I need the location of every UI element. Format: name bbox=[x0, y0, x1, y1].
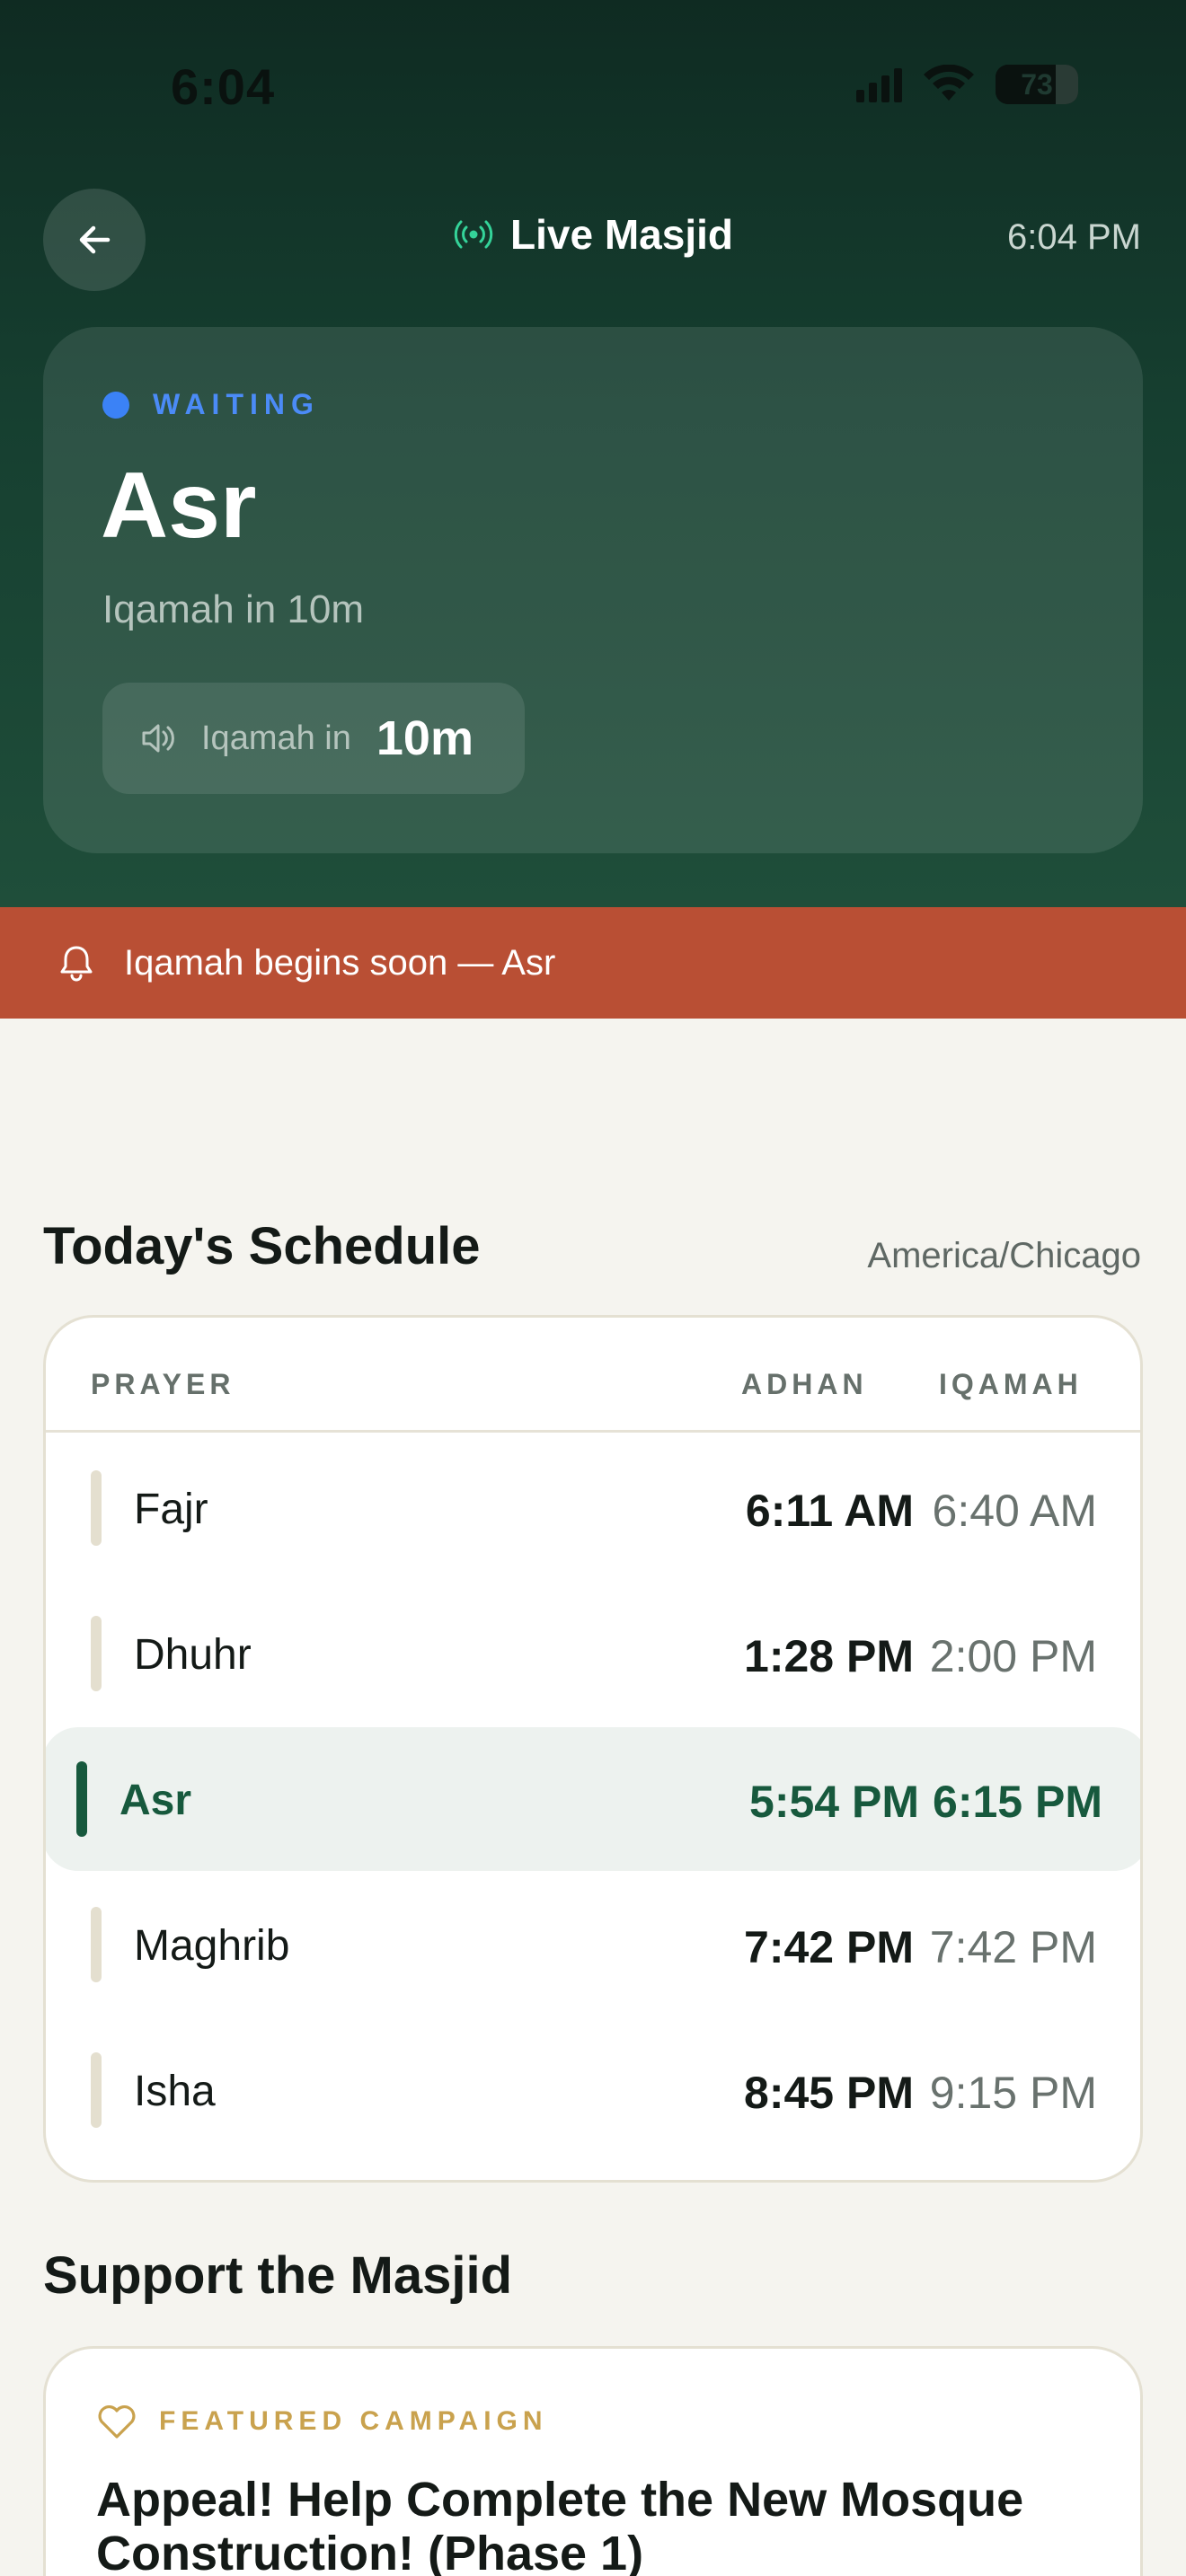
adhan-time: 1:28 PM bbox=[744, 1631, 914, 1681]
timezone-label: America/Chicago bbox=[867, 1236, 1141, 1275]
row-accent bbox=[91, 1616, 102, 1691]
campaign-title: Appeal! Help Complete the New Mosque Con… bbox=[96, 2473, 1024, 2576]
schedule-row-isha: Isha 8:45 PM 9:15 PM bbox=[46, 2018, 1140, 2162]
schedule-table: PRAYER ADHAN IQAMAH Fajr 6:11 AM 6:40 AM… bbox=[43, 1315, 1143, 2183]
broadcast-icon bbox=[454, 220, 493, 249]
heart-icon bbox=[98, 2405, 136, 2439]
current-prayer-subtitle: Iqamah in 10m bbox=[102, 587, 365, 631]
battery-level: 73 bbox=[1021, 67, 1053, 101]
status-bar: 6:04 73 bbox=[0, 0, 1186, 171]
adhan-time: 7:42 PM bbox=[744, 1922, 914, 1972]
schedule-header: PRAYER ADHAN IQAMAH bbox=[46, 1318, 1140, 1433]
page-title: Live Masjid bbox=[510, 211, 733, 258]
prayer-state: WAITING bbox=[102, 388, 320, 421]
status-icons: 73 bbox=[856, 65, 1078, 104]
current-time: 6:04 PM bbox=[1007, 217, 1141, 257]
app-screen: 6:04 73 Live Masjid 6:04 PM WAITING Asr … bbox=[0, 0, 1186, 2576]
column-header-iqamah: IQAMAH bbox=[939, 1368, 1083, 1400]
schedule-title: Today's Schedule bbox=[43, 1217, 481, 1275]
column-header-adhan: ADHAN bbox=[741, 1368, 868, 1400]
featured-campaign-card[interactable]: FEATURED CAMPAIGN Appeal! Help Complete … bbox=[43, 2346, 1143, 2576]
prayer-name: Dhuhr bbox=[134, 1631, 252, 1679]
alert-text: Iqamah begins soon — Asr bbox=[124, 942, 556, 983]
nav-bar: Live Masjid 6:04 PM bbox=[0, 185, 1186, 293]
iqamah-time: 6:15 PM bbox=[933, 1777, 1102, 1827]
row-accent bbox=[91, 1470, 102, 1546]
schedule-row-dhuhr: Dhuhr 1:28 PM 2:00 PM bbox=[46, 1582, 1140, 1725]
countdown-label: Iqamah in bbox=[201, 719, 351, 757]
current-prayer-card: WAITING Asr Iqamah in 10m Iqamah in 10m bbox=[43, 327, 1143, 853]
column-header-prayer: PRAYER bbox=[91, 1368, 235, 1400]
hero-section: 6:04 73 Live Masjid 6:04 PM WAITING Asr … bbox=[0, 0, 1186, 907]
featured-label-row: FEATURED CAMPAIGN bbox=[96, 2403, 548, 2440]
featured-label: FEATURED CAMPAIGN bbox=[159, 2406, 548, 2436]
prayer-name: Fajr bbox=[134, 1486, 208, 1533]
current-prayer-name: Asr bbox=[101, 454, 257, 558]
status-dot-icon bbox=[102, 391, 129, 419]
support-title: Support the Masjid bbox=[43, 2246, 512, 2305]
iqamah-time: 2:00 PM bbox=[929, 1631, 1097, 1681]
schedule-row-asr-active: Asr 5:54 PM 6:15 PM bbox=[46, 1727, 1140, 1871]
row-accent-active bbox=[76, 1761, 87, 1837]
adhan-time: 5:54 PM bbox=[749, 1777, 919, 1827]
iqamah-time: 6:40 AM bbox=[932, 1486, 1097, 1536]
schedule-row-maghrib: Maghrib 7:42 PM 7:42 PM bbox=[46, 1873, 1140, 2016]
wifi-icon bbox=[924, 65, 974, 101]
countdown-value: 10m bbox=[376, 711, 474, 765]
status-time: 6:04 bbox=[171, 58, 276, 115]
state-label: WAITING bbox=[153, 388, 320, 420]
iqamah-time: 7:42 PM bbox=[929, 1922, 1097, 1972]
iqamah-time: 9:15 PM bbox=[929, 2068, 1097, 2118]
cellular-signal-icon bbox=[856, 66, 902, 102]
iqamah-countdown-chip: Iqamah in 10m bbox=[102, 683, 525, 794]
adhan-time: 8:45 PM bbox=[744, 2068, 914, 2118]
battery-icon: 73 bbox=[996, 65, 1078, 104]
bell-icon bbox=[60, 946, 93, 982]
prayer-name: Isha bbox=[134, 2068, 216, 2115]
prayer-name: Asr bbox=[119, 1777, 192, 1824]
row-accent bbox=[91, 1907, 102, 1982]
row-accent bbox=[91, 2052, 102, 2128]
prayer-name: Maghrib bbox=[134, 1922, 290, 1970]
alert-banner: Iqamah begins soon — Asr bbox=[0, 907, 1186, 1019]
speaker-icon bbox=[142, 724, 174, 753]
schedule-row-fajr: Fajr 6:11 AM 6:40 AM bbox=[46, 1436, 1140, 1580]
adhan-time: 6:11 AM bbox=[745, 1486, 914, 1536]
